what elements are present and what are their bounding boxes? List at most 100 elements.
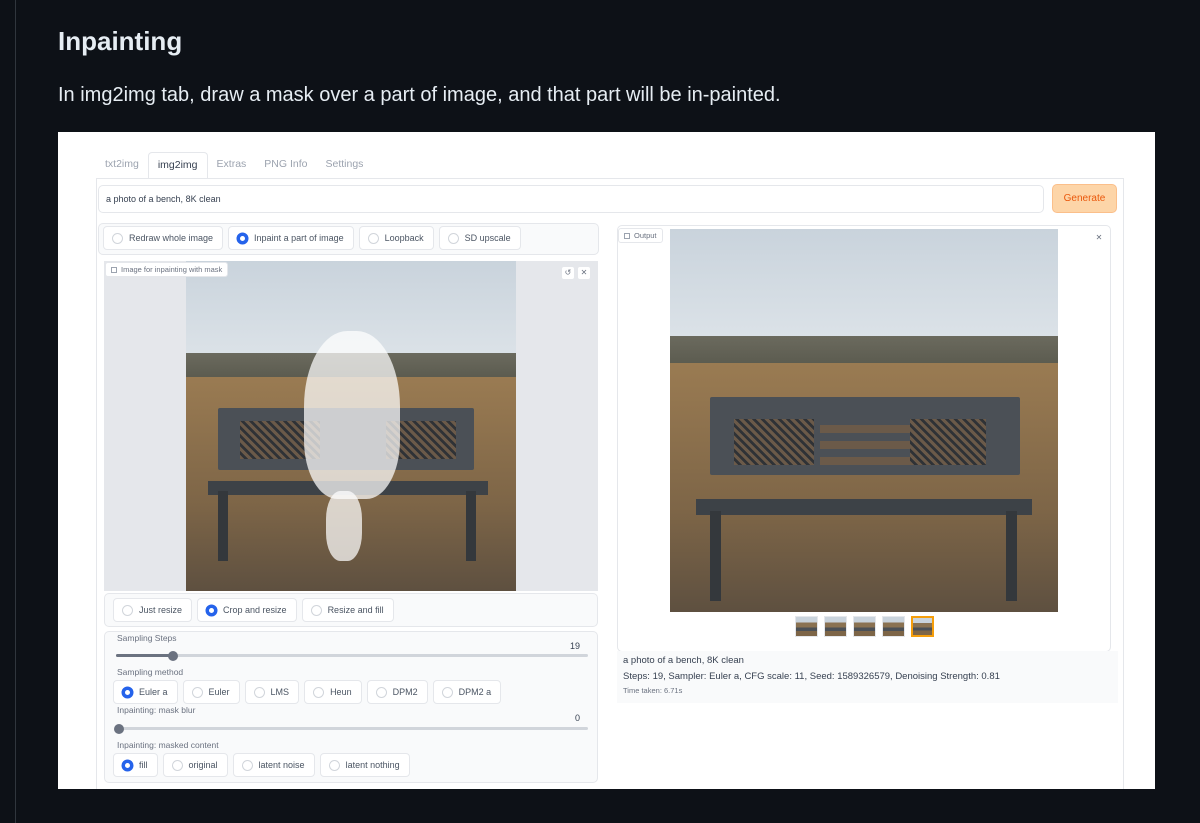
radio-label: Inpaint a part of image [254,233,344,243]
radio-label: fill [139,760,148,770]
input-image-label: Image for inpainting with mask [105,262,229,277]
sampling-steps-slider[interactable] [116,650,588,661]
sampler-euler[interactable]: Euler [182,680,240,704]
info-time-taken: Time taken: 6.71s [623,686,683,695]
radio-label: Heun [330,687,352,697]
radio-icon [313,686,325,698]
radio-label: Resize and fill [327,605,384,615]
mask-blur-label: Inpainting: mask blur [117,705,196,715]
sampler-euler-a[interactable]: Euler a [113,680,178,704]
masked-fill[interactable]: fill [113,753,158,777]
output-panel: ✕ [617,225,1111,652]
image-icon [624,232,630,239]
radio-label: LMS [270,687,290,697]
sampling-steps-label: Sampling Steps [117,633,177,643]
tab-bar: txt2img img2img Extras PNG Info Settings [96,152,372,179]
sampler-heun[interactable]: Heun [304,680,362,704]
masked-latent-nothing[interactable]: latent nothing [319,753,410,777]
output-thumbnail[interactable] [882,616,905,637]
slider-thumb[interactable] [168,650,179,661]
tab-txt2img[interactable]: txt2img [96,152,148,179]
frame-left-edge [96,178,97,789]
resize-just-resize[interactable]: Just resize [113,598,193,622]
mode-redraw-whole-image[interactable]: Redraw whole image [103,226,224,250]
radio-icon [375,686,387,698]
output-thumbnail-selected[interactable] [911,616,934,637]
section-heading: Inpainting [58,26,183,56]
masked-latent-noise[interactable]: latent noise [232,753,315,777]
input-image-label-text: Image for inpainting with mask [121,265,223,274]
close-icon[interactable]: ✕ [577,266,591,280]
page-left-border [15,0,16,823]
resize-and-fill[interactable]: Resize and fill [301,598,394,622]
radio-icon [171,759,183,771]
info-prompt: a photo of a bench, 8K clean [623,655,744,666]
tab-png-info[interactable]: PNG Info [255,152,316,179]
tab-extras[interactable]: Extras [208,152,256,179]
radio-selected-icon [122,686,133,698]
radio-selected-icon [122,759,133,771]
radio-label: Redraw whole image [129,233,214,243]
masked-content-label: Inpainting: masked content [117,740,219,750]
radio-icon [122,604,133,616]
radio-icon [253,686,265,698]
radio-label: Euler a [139,687,168,697]
mask-overlay [304,331,400,499]
close-icon[interactable]: ✕ [1092,232,1106,246]
radio-label: SD upscale [464,233,511,243]
mask-blur-slider[interactable] [114,723,588,734]
radio-label: Euler [208,687,230,697]
image-icon [111,266,117,273]
tab-divider [96,178,1124,179]
radio-label: original [188,760,218,770]
radio-icon [310,604,322,616]
radio-label: Just resize [139,605,183,615]
output-thumbnail[interactable] [824,616,847,637]
output-thumbnail[interactable] [795,616,818,637]
sampling-steps-value[interactable]: 19 [570,641,580,651]
radio-label: DPM2 [392,687,418,697]
tab-settings[interactable]: Settings [316,152,372,179]
inpaint-canvas[interactable] [104,261,598,591]
section-description: In img2img tab, draw a mask over a part … [58,84,781,106]
slider-thumb[interactable] [114,723,124,734]
output-image[interactable] [670,229,1058,612]
generation-info: a photo of a bench, 8K clean Steps: 19, … [617,651,1118,703]
radio-icon [328,759,340,771]
radio-label: latent noise [258,760,305,770]
radio-icon [112,232,123,244]
resize-radio-group: Just resize Crop and resize Resize and f… [113,598,394,622]
sampling-method-label: Sampling method [117,667,184,677]
output-label-text: Output [634,231,657,240]
mode-sd-upscale[interactable]: SD upscale [438,226,521,250]
mode-loopback[interactable]: Loopback [358,226,434,250]
mode-inpaint-part[interactable]: Inpaint a part of image [228,226,354,250]
masked-content-group: fill original latent noise latent nothin… [113,753,410,777]
sampler-dpm2-a[interactable]: DPM2 a [432,680,502,704]
radio-icon [191,686,203,698]
bench-photo-with-mask [186,261,516,591]
resize-crop-and-resize[interactable]: Crop and resize [197,598,297,622]
output-thumbnails [795,616,934,637]
undo-icon[interactable]: ↺ [561,266,575,280]
radio-label: DPM2 a [458,687,492,697]
radio-selected-icon [237,232,249,244]
mask-blur-value[interactable]: 0 [575,713,580,723]
mode-radio-group: Redraw whole image Inpaint a part of ima… [103,226,521,250]
webui-screenshot: txt2img img2img Extras PNG Info Settings… [58,132,1155,789]
sampling-method-group: Euler a Euler LMS Heun DPM2 DPM2 a [113,680,502,704]
radio-icon [241,759,253,771]
sampler-lms[interactable]: LMS [244,680,300,704]
mask-overlay-tail [326,491,362,561]
output-thumbnail[interactable] [853,616,876,637]
info-params: Steps: 19, Sampler: Euler a, CFG scale: … [623,671,1000,682]
radio-icon [441,686,453,698]
generate-button[interactable]: Generate [1052,184,1117,213]
radio-icon [367,232,379,244]
masked-original[interactable]: original [162,753,228,777]
tab-img2img[interactable]: img2img [147,152,208,179]
prompt-input[interactable]: a photo of a bench, 8K clean [98,185,1044,213]
radio-selected-icon [206,604,218,616]
radio-label: Crop and resize [223,605,287,615]
sampler-dpm2[interactable]: DPM2 [366,680,428,704]
